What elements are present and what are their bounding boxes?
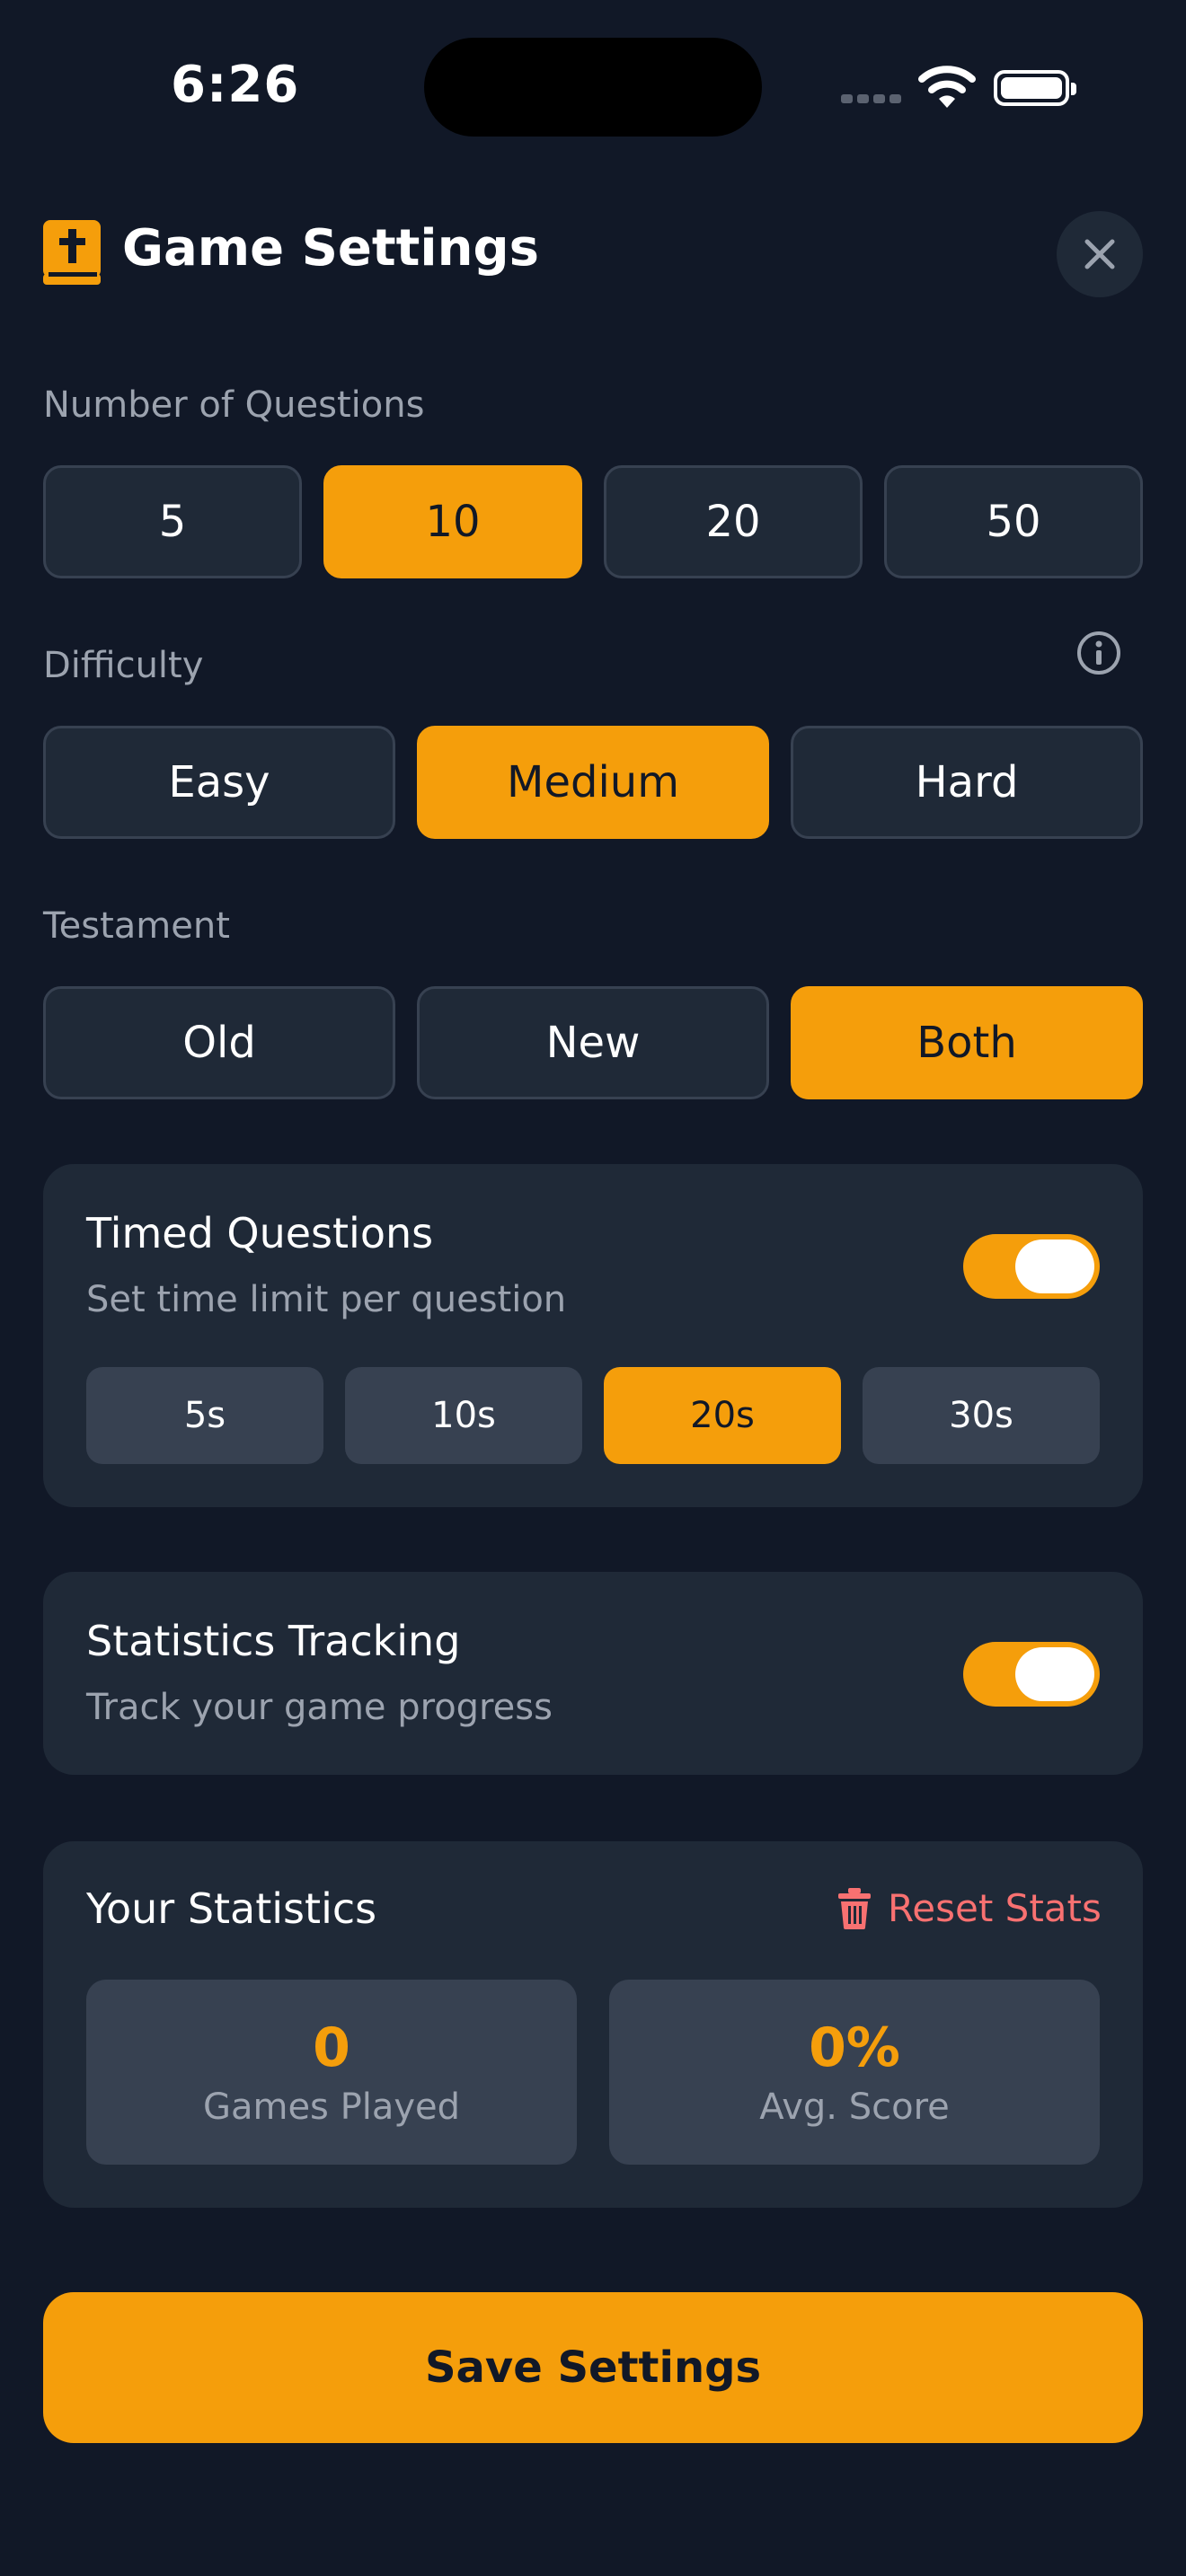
- save-settings-button[interactable]: Save Settings: [43, 2292, 1143, 2443]
- timed-questions-toggle[interactable]: [963, 1234, 1100, 1299]
- time-option-30s[interactable]: 30s: [863, 1367, 1100, 1464]
- difficulty-label: Difficulty: [43, 645, 204, 686]
- statistics-tracking-toggle[interactable]: [963, 1642, 1100, 1707]
- reset-stats-label: Reset Stats: [888, 1886, 1102, 1930]
- testament-label: Testament: [43, 905, 230, 947]
- difficulty-hard-button[interactable]: Hard: [791, 726, 1143, 839]
- trash-icon: [838, 1887, 871, 1929]
- bible-icon: [43, 220, 101, 285]
- wifi-icon: [918, 65, 976, 110]
- close-button[interactable]: [1057, 211, 1143, 297]
- questions-label: Number of Questions: [43, 384, 425, 426]
- timed-questions-subtitle: Set time limit per question: [86, 1279, 567, 1320]
- testament-new-button[interactable]: New: [417, 986, 769, 1099]
- testament-both-button[interactable]: Both: [791, 986, 1143, 1099]
- info-icon[interactable]: [1076, 631, 1121, 675]
- question-option-20[interactable]: 20: [604, 465, 863, 578]
- time-option-20s[interactable]: 20s: [604, 1367, 841, 1464]
- question-option-5[interactable]: 5: [43, 465, 302, 578]
- games-played-label: Games Played: [202, 2086, 461, 2128]
- close-icon: [1084, 239, 1115, 269]
- status-time: 6:26: [171, 56, 300, 114]
- statistics-tracking-title: Statistics Tracking: [86, 1617, 461, 1665]
- avg-score-value: 0%: [809, 2016, 900, 2079]
- page-title: Game Settings: [122, 219, 539, 278]
- time-option-5s[interactable]: 5s: [86, 1367, 323, 1464]
- games-played-stat: 0 Games Played: [86, 1980, 577, 2165]
- dynamic-island: [424, 38, 762, 137]
- avg-score-label: Avg. Score: [759, 2086, 950, 2128]
- difficulty-easy-button[interactable]: Easy: [43, 726, 395, 839]
- reset-stats-button[interactable]: Reset Stats: [837, 1886, 1102, 1930]
- difficulty-medium-button[interactable]: Medium: [417, 726, 769, 839]
- time-option-10s[interactable]: 10s: [345, 1367, 582, 1464]
- avg-score-stat: 0% Avg. Score: [609, 1980, 1100, 2165]
- testament-old-button[interactable]: Old: [43, 986, 395, 1099]
- your-statistics-title: Your Statistics: [86, 1884, 377, 1933]
- question-option-50[interactable]: 50: [884, 465, 1143, 578]
- statistics-tracking-subtitle: Track your game progress: [86, 1687, 553, 1728]
- timed-questions-title: Timed Questions: [86, 1209, 434, 1257]
- cellular-signal-icon: [841, 90, 906, 107]
- question-option-10[interactable]: 10: [323, 465, 582, 578]
- games-played-value: 0: [313, 2016, 350, 2079]
- battery-icon: [994, 70, 1076, 106]
